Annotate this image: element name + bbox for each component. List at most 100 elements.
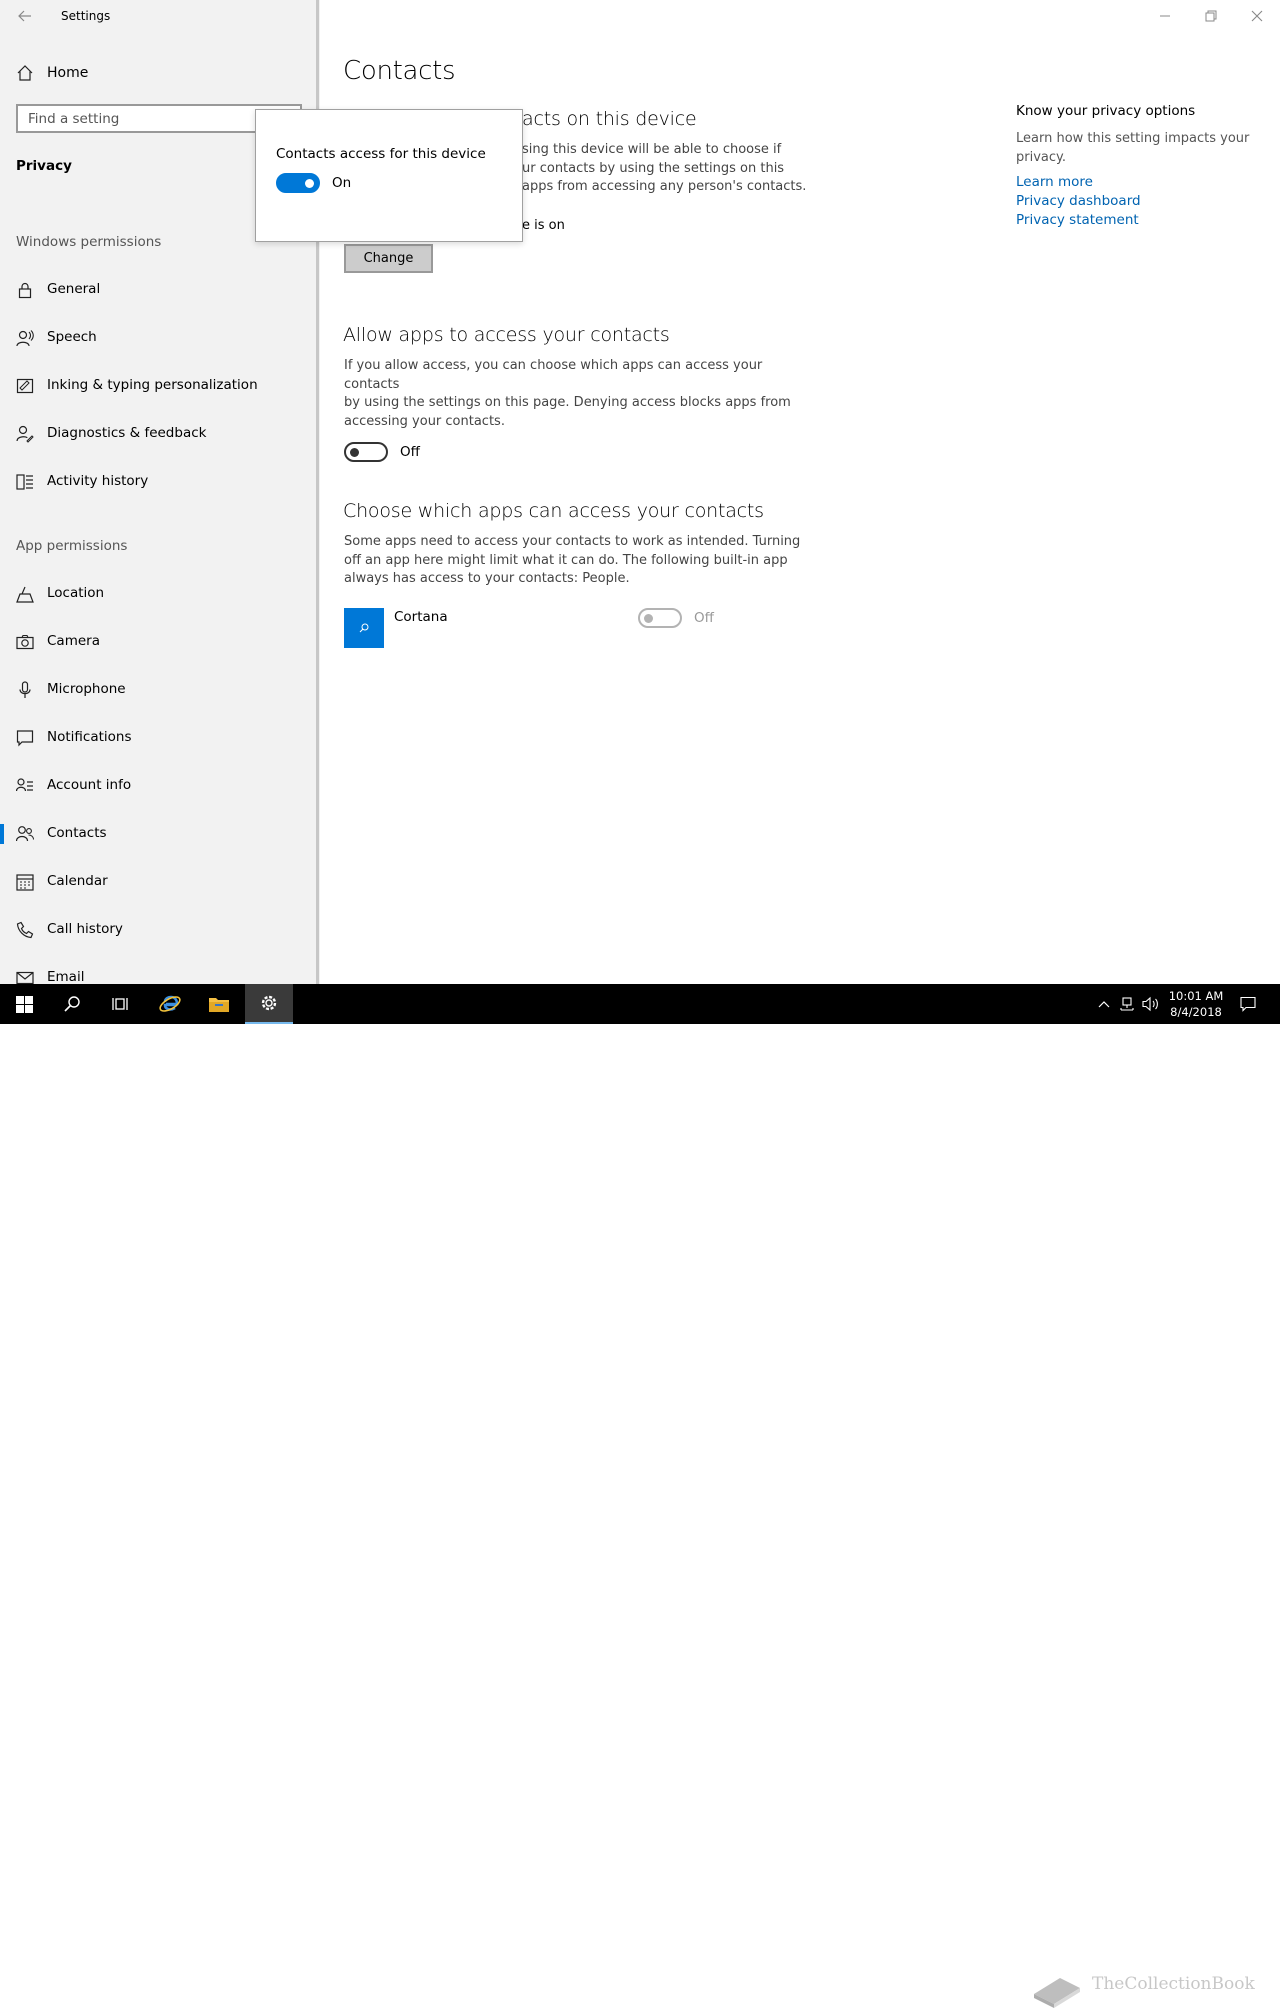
notifications-icon: [16, 730, 34, 747]
task-view-button[interactable]: [96, 984, 144, 1024]
toggle-knob: [350, 448, 359, 457]
windows-logo-icon: [15, 995, 33, 1013]
sidebar-item-diagnostics[interactable]: Diagnostics & feedback: [0, 414, 318, 454]
inking-icon: [16, 378, 34, 394]
privacy-statement-link[interactable]: Privacy statement: [1016, 212, 1139, 228]
taskbar-clock[interactable]: 10:01 AM 8/4/2018: [1160, 988, 1232, 1020]
sidebar-item-label: Diagnostics & feedback: [47, 425, 207, 441]
sidebar-item-notifications[interactable]: Notifications: [0, 718, 318, 758]
task-view-icon: [112, 998, 128, 1010]
description-line: accessing your contacts.: [344, 413, 505, 429]
close-button[interactable]: [1245, 4, 1269, 28]
show-hidden-icons-button[interactable]: [1094, 984, 1114, 1024]
sidebar-item-label: Notifications: [47, 729, 132, 745]
search-icon: [64, 996, 80, 1012]
back-button[interactable]: [14, 6, 36, 26]
clock-date: 8/4/2018: [1170, 1005, 1222, 1019]
app-title: Settings: [61, 9, 111, 23]
taskbar-search-button[interactable]: [48, 984, 96, 1024]
activity-icon: [16, 474, 33, 490]
sidebar-item-label: Calendar: [47, 873, 108, 889]
start-button[interactable]: [0, 984, 48, 1024]
section-heading-device-access: acts on this device: [522, 108, 697, 130]
sidebar-item-calendar[interactable]: Calendar: [0, 862, 318, 902]
file-explorer-button[interactable]: [195, 984, 243, 1024]
camera-icon: [16, 634, 34, 650]
learn-more-link[interactable]: Learn more: [1016, 174, 1093, 190]
volume-button[interactable]: [1140, 984, 1162, 1024]
sidebar-item-speech[interactable]: Speech: [0, 318, 318, 358]
description-line: ur contacts by using the settings on thi…: [522, 160, 785, 176]
sidebar-item-camera[interactable]: Camera: [0, 622, 318, 662]
folder-icon: [209, 998, 229, 1012]
sidebar-item-label: Activity history: [47, 473, 149, 489]
flyout-title: Contacts access for this device: [276, 146, 486, 162]
speech-icon: [16, 330, 34, 347]
close-icon: [1251, 10, 1263, 22]
contacts-icon: [16, 826, 34, 842]
description-line: by using the settings on this page. Deny…: [344, 395, 791, 410]
sidebar-item-microphone[interactable]: Microphone: [0, 670, 318, 710]
windows-permissions-header: Windows permissions: [16, 234, 162, 250]
network-button[interactable]: [1116, 984, 1138, 1024]
device-contacts-access-toggle-label: On: [332, 175, 352, 191]
minimize-icon: [1160, 15, 1170, 17]
change-button[interactable]: Change: [344, 244, 433, 273]
allow-apps-toggle[interactable]: [344, 442, 388, 462]
action-center-icon: [1240, 996, 1256, 1012]
sidebar-item-label: Microphone: [47, 681, 126, 697]
home-label: Home: [47, 65, 89, 81]
sidebar-item-label: Location: [47, 585, 105, 601]
internet-explorer-icon: [159, 995, 181, 1012]
sidebar-item-label: Speech: [47, 329, 97, 345]
section-description-device-access: sing this device will be able to choose …: [522, 141, 812, 197]
sidebar-item-call-history[interactable]: Call history: [0, 910, 318, 950]
section-description-choose-apps: Some apps need to access your contacts t…: [344, 533, 804, 589]
app-permissions-header: App permissions: [16, 538, 128, 554]
book-logo-icon: [1034, 1978, 1080, 2008]
description-line: sing this device will be able to choose …: [522, 142, 782, 157]
sidebar-item-label: Inking & typing personalization: [47, 377, 258, 393]
description-line: always has access to your contacts: Peop…: [344, 571, 630, 586]
email-icon: [16, 971, 34, 984]
allow-apps-toggle-label: Off: [400, 444, 420, 460]
sidebar-item-activity-history[interactable]: Activity history: [0, 462, 318, 502]
cortana-toggle[interactable]: [638, 608, 682, 628]
contacts-access-flyout: Contacts access for this device On: [255, 109, 523, 242]
privacy-dashboard-link[interactable]: Privacy dashboard: [1016, 193, 1141, 209]
search-input[interactable]: [18, 106, 268, 131]
sidebar-item-location[interactable]: Location: [0, 574, 318, 614]
sidebar-item-home[interactable]: Home: [16, 62, 88, 84]
calendar-icon: [16, 874, 34, 891]
internet-explorer-button[interactable]: [146, 984, 194, 1024]
restore-button[interactable]: [1199, 4, 1223, 28]
cortana-search-icon: [359, 623, 369, 633]
settings-taskbar-button[interactable]: [245, 984, 293, 1024]
cortana-toggle-label: Off: [694, 610, 714, 626]
home-icon: [17, 65, 33, 81]
device-contacts-access-toggle[interactable]: [276, 173, 320, 193]
sidebar-item-label: General: [47, 281, 101, 297]
taskbar: TheCollectionBook 10:01 AM 8/4/2018: [0, 984, 1280, 2008]
sidebar-item-email[interactable]: Email: [0, 958, 318, 984]
privacy-options-heading: Know your privacy options: [1016, 103, 1196, 119]
action-center-button[interactable]: [1236, 984, 1260, 1024]
clock-time: 10:01 AM: [1168, 989, 1224, 1003]
back-arrow-icon: [18, 10, 31, 22]
page-title: Contacts: [343, 56, 456, 86]
sidebar-item-inking[interactable]: Inking & typing personalization: [0, 366, 318, 406]
section-title: Privacy: [16, 158, 72, 174]
description-line: apps from accessing any person's contact…: [522, 179, 807, 194]
account-info-icon: [16, 778, 33, 792]
sidebar-item-contacts[interactable]: Contacts: [0, 814, 318, 854]
watermark: TheCollectionBook: [1030, 1968, 1260, 2008]
volume-icon: [1142, 996, 1158, 1012]
sidebar-item-account-info[interactable]: Account info: [0, 766, 318, 806]
sidebar-item-general[interactable]: General: [0, 270, 318, 310]
chevron-up-icon: [1098, 1001, 1110, 1008]
section-heading-choose-apps: Choose which apps can access your contac…: [343, 500, 764, 522]
sidebar-item-label: Call history: [47, 921, 123, 937]
sidebar-item-label: Account info: [47, 777, 132, 793]
minimize-button[interactable]: [1153, 4, 1177, 28]
location-icon: [16, 586, 34, 603]
